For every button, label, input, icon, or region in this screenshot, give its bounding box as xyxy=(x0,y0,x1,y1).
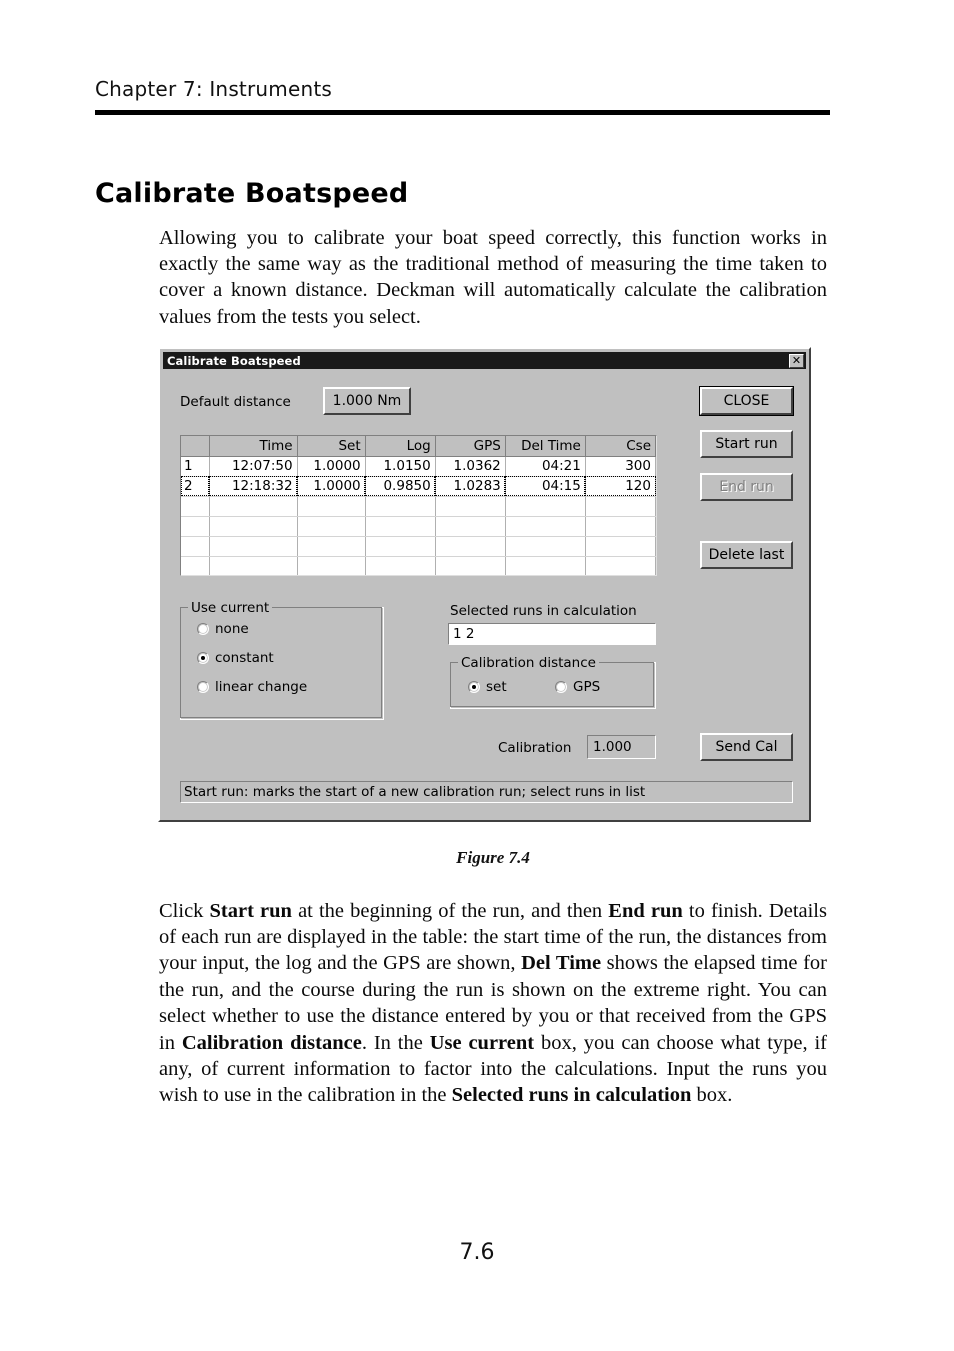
cell-log: 0.9850 xyxy=(365,476,436,497)
term-selected-runs: Selected runs in calculation xyxy=(451,1084,692,1107)
term-del-time: Del Time xyxy=(521,952,602,975)
calibration-value: 1.000 xyxy=(587,735,656,759)
chapter-title: Chapter 7: Instruments xyxy=(95,77,332,101)
cell-time: 12:18:32 xyxy=(209,476,298,497)
cell-cse: 120 xyxy=(585,476,656,497)
cell-log: 1.0150 xyxy=(365,456,436,477)
dialog-title: Calibrate Boatspeed xyxy=(167,353,301,368)
radio-dot-icon xyxy=(468,681,480,693)
runs-table[interactable]: Time Set Log GPS Del Time Cse 1 12:07:50… xyxy=(180,435,657,576)
text-run: box. xyxy=(691,1084,733,1107)
radio-dot-icon xyxy=(197,652,209,664)
column-header-del-time[interactable]: Del Time xyxy=(505,436,586,457)
calibration-distance-title: Calibration distance xyxy=(458,655,599,671)
term-calibration-distance: Calibration distance xyxy=(181,1031,362,1054)
radio-dot-icon xyxy=(555,681,567,693)
table-row-empty[interactable] xyxy=(181,496,656,517)
table-row-empty[interactable] xyxy=(181,536,656,557)
cell-rownum: 2 xyxy=(181,476,210,497)
radio-use-current-none[interactable]: none xyxy=(197,621,249,637)
figure-caption: Figure 7.4 xyxy=(456,848,530,867)
end-run-button[interactable]: End run xyxy=(700,473,793,501)
default-distance-label: Default distance xyxy=(180,394,291,410)
table-row[interactable]: 2 12:18:32 1.0000 0.9850 1.0283 04:15 12… xyxy=(181,476,656,497)
cell-del-time: 04:15 xyxy=(505,476,586,497)
column-header-log[interactable]: Log xyxy=(365,436,436,457)
cell-cse: 300 xyxy=(585,456,656,477)
column-header-gps[interactable]: GPS xyxy=(435,436,506,457)
term-start-run: Start run xyxy=(209,899,292,922)
table-row-empty[interactable] xyxy=(181,556,656,575)
radio-label: GPS xyxy=(573,679,601,695)
table-row-empty[interactable] xyxy=(181,516,656,537)
running-head: Chapter 7: Instruments xyxy=(95,78,830,100)
cell-gps: 1.0362 xyxy=(435,456,506,477)
status-bar: Start run: marks the start of a new cali… xyxy=(180,781,793,803)
radio-calibration-distance-set[interactable]: set xyxy=(468,679,507,695)
column-header-time[interactable]: Time xyxy=(209,436,298,457)
detail-paragraph: Click Start run at the beginning of the … xyxy=(159,898,827,1109)
table-header-row: Time Set Log GPS Del Time Cse xyxy=(181,436,656,457)
text-run: at the beginning of the run, and then xyxy=(291,899,609,922)
radio-label: linear change xyxy=(215,679,308,695)
page-number: 7.6 xyxy=(459,1240,495,1265)
dialog-titlebar: Calibrate Boatspeed ✕ xyxy=(163,352,806,369)
calibration-label: Calibration xyxy=(498,740,572,756)
delete-last-button[interactable]: Delete last xyxy=(700,541,793,569)
table-row[interactable]: 1 12:07:50 1.0000 1.0150 1.0362 04:21 30… xyxy=(181,456,656,477)
cell-rownum: 1 xyxy=(181,456,210,477)
close-icon[interactable]: ✕ xyxy=(789,353,804,368)
cell-time: 12:07:50 xyxy=(209,456,298,477)
cell-set: 1.0000 xyxy=(297,456,366,477)
text-run: . In the xyxy=(361,1031,430,1054)
column-header-rownum[interactable] xyxy=(181,436,210,457)
intro-paragraph: Allowing you to calibrate your boat spee… xyxy=(159,226,827,328)
send-cal-button[interactable]: Send Cal xyxy=(700,733,793,761)
radio-label: set xyxy=(486,679,507,695)
cell-del-time: 04:21 xyxy=(505,456,586,477)
cell-set: 1.0000 xyxy=(297,476,366,497)
selected-runs-label: Selected runs in calculation xyxy=(450,603,637,619)
radio-label: constant xyxy=(215,650,274,666)
selected-runs-input[interactable]: 1 2 xyxy=(448,623,656,645)
page-title: Calibrate Boatspeed xyxy=(95,178,409,210)
document-page: Chapter 7: Instruments Calibrate Boatspe… xyxy=(0,0,954,1351)
radio-use-current-linear-change[interactable]: linear change xyxy=(197,679,307,695)
header-divider xyxy=(95,110,830,115)
default-distance-value[interactable]: 1.000 Nm xyxy=(323,387,411,415)
radio-dot-icon xyxy=(197,681,209,693)
radio-calibration-distance-gps[interactable]: GPS xyxy=(555,679,600,695)
calibrate-boatspeed-dialog: Calibrate Boatspeed ✕ Default distance 1… xyxy=(158,347,811,822)
cell-gps: 1.0283 xyxy=(435,476,506,497)
term-use-current: Use current xyxy=(429,1031,535,1054)
start-run-button[interactable]: Start run xyxy=(700,430,793,458)
text-run: Click xyxy=(159,899,210,922)
radio-use-current-constant[interactable]: constant xyxy=(197,650,274,666)
use-current-title: Use current xyxy=(188,600,273,616)
term-end-run: End run xyxy=(608,899,683,922)
radio-label: none xyxy=(215,621,249,637)
column-header-set[interactable]: Set xyxy=(297,436,366,457)
close-button[interactable]: CLOSE xyxy=(700,387,793,415)
column-header-cse[interactable]: Cse xyxy=(585,436,656,457)
radio-dot-icon xyxy=(197,623,209,635)
